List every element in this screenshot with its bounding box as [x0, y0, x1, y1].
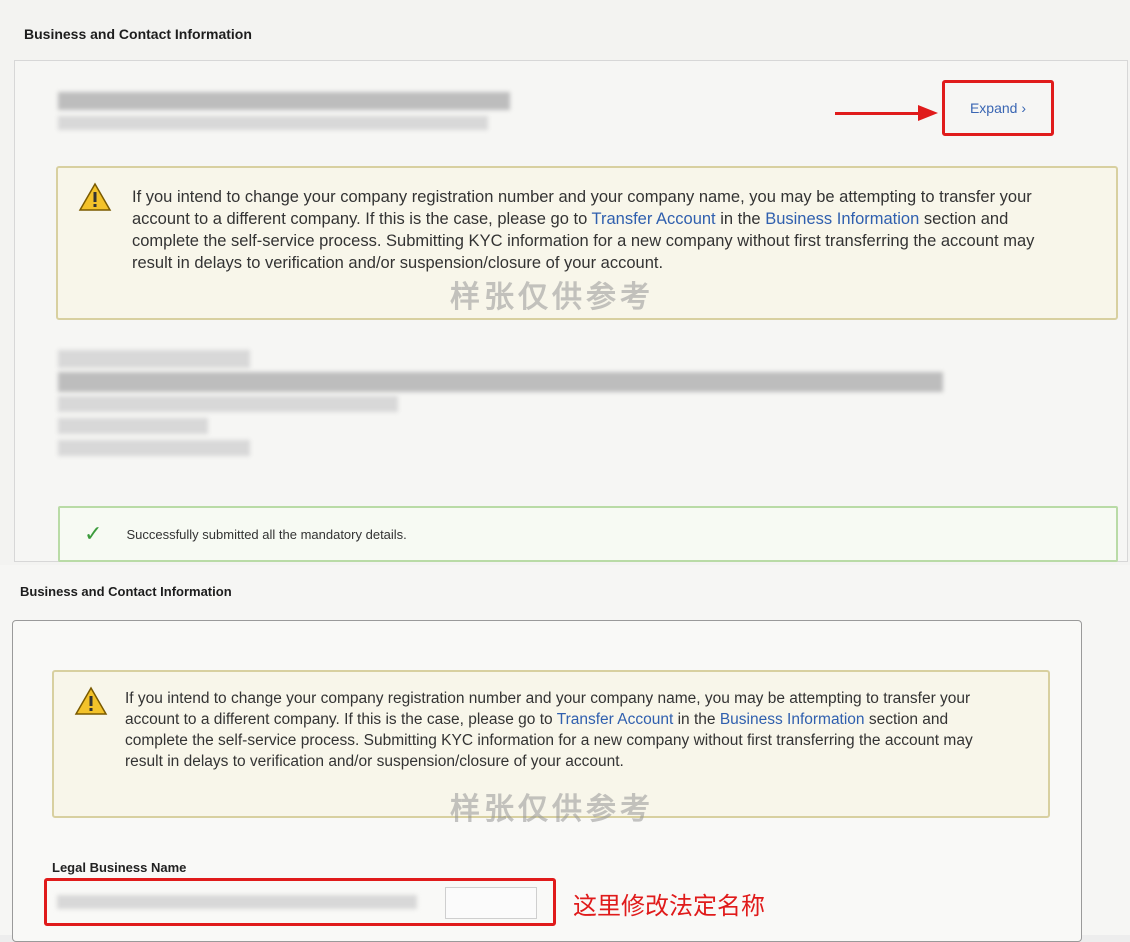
- expand-label: Expand ›: [969, 100, 1027, 116]
- checkmark-icon: ✓: [84, 521, 103, 546]
- blurred-field: [58, 350, 250, 368]
- blurred-field: [58, 418, 208, 434]
- annotation-edit-legal-name: 这里修改法定名称: [573, 892, 765, 920]
- warning-text-part: in the: [673, 711, 720, 728]
- input-inner-box: [445, 887, 537, 919]
- section-title: Business and Contact Information: [20, 584, 232, 599]
- legal-business-name-input[interactable]: [44, 878, 556, 926]
- watermark: 样张仅供参考: [450, 280, 654, 315]
- watermark: 样张仅供参考: [450, 792, 654, 827]
- warning-triangle-icon: [74, 686, 108, 715]
- kyc-warning-text: If you intend to change your company reg…: [132, 186, 1067, 274]
- blurred-company-detail: [58, 116, 488, 130]
- blurred-field: [58, 440, 250, 456]
- warning-triangle-icon: [78, 182, 112, 211]
- business-information-link[interactable]: Business Information: [720, 711, 865, 728]
- success-message: Successfully submitted all the mandatory…: [126, 526, 407, 542]
- blurred-field: [58, 396, 398, 412]
- blurred-field-value: [57, 895, 417, 909]
- transfer-account-link[interactable]: Transfer Account: [557, 711, 674, 728]
- red-arrow-head: [918, 105, 938, 121]
- business-information-link[interactable]: Business Information: [765, 210, 919, 228]
- transfer-account-link[interactable]: Transfer Account: [592, 210, 716, 228]
- warning-text-part: in the: [715, 210, 766, 228]
- expand-link[interactable]: Expand ›: [942, 80, 1054, 136]
- success-banner: ✓ Successfully submitted all the mandato…: [58, 506, 1118, 562]
- legal-business-name-label: Legal Business Name: [52, 860, 187, 875]
- red-arrow-annotation: [835, 112, 925, 115]
- blurred-company-name: [58, 92, 510, 110]
- kyc-warning-text: If you intend to change your company reg…: [125, 688, 1005, 772]
- blurred-field: [58, 372, 943, 392]
- section-title: Business and Contact Information: [24, 26, 252, 42]
